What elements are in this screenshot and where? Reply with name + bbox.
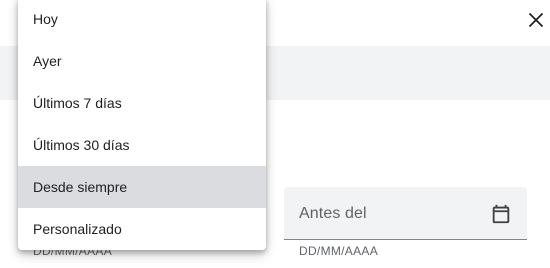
menu-item-label: Ayer bbox=[33, 53, 62, 69]
menu-item-label: Últimos 7 días bbox=[33, 95, 122, 111]
menu-item-last-30-days[interactable]: Últimos 30 días bbox=[18, 124, 266, 166]
menu-item-label: Últimos 30 días bbox=[33, 137, 130, 153]
menu-item-today[interactable]: Hoy bbox=[18, 0, 266, 40]
menu-item-label: Personalizado bbox=[33, 221, 122, 237]
end-date-field[interactable]: Antes del bbox=[284, 187, 527, 240]
menu-item-yesterday[interactable]: Ayer bbox=[18, 40, 266, 82]
menu-item-label: Hoy bbox=[33, 11, 58, 27]
date-range-dialog: DD/MM/AAAA Antes del DD/MM/AAAA Hoy Ayer… bbox=[0, 0, 550, 268]
end-date-hint: DD/MM/AAAA bbox=[299, 244, 379, 258]
menu-item-label: Desde siempre bbox=[33, 179, 128, 195]
end-date-label: Antes del bbox=[299, 205, 367, 222]
menu-item-custom[interactable]: Personalizado bbox=[18, 208, 266, 250]
calendar-icon[interactable] bbox=[490, 203, 512, 225]
close-button[interactable] bbox=[520, 4, 550, 36]
close-icon bbox=[528, 12, 544, 28]
menu-item-all-time[interactable]: Desde siempre bbox=[18, 166, 266, 208]
date-range-menu: Hoy Ayer Últimos 7 días Últimos 30 días … bbox=[18, 0, 266, 250]
menu-item-last-7-days[interactable]: Últimos 7 días bbox=[18, 82, 266, 124]
